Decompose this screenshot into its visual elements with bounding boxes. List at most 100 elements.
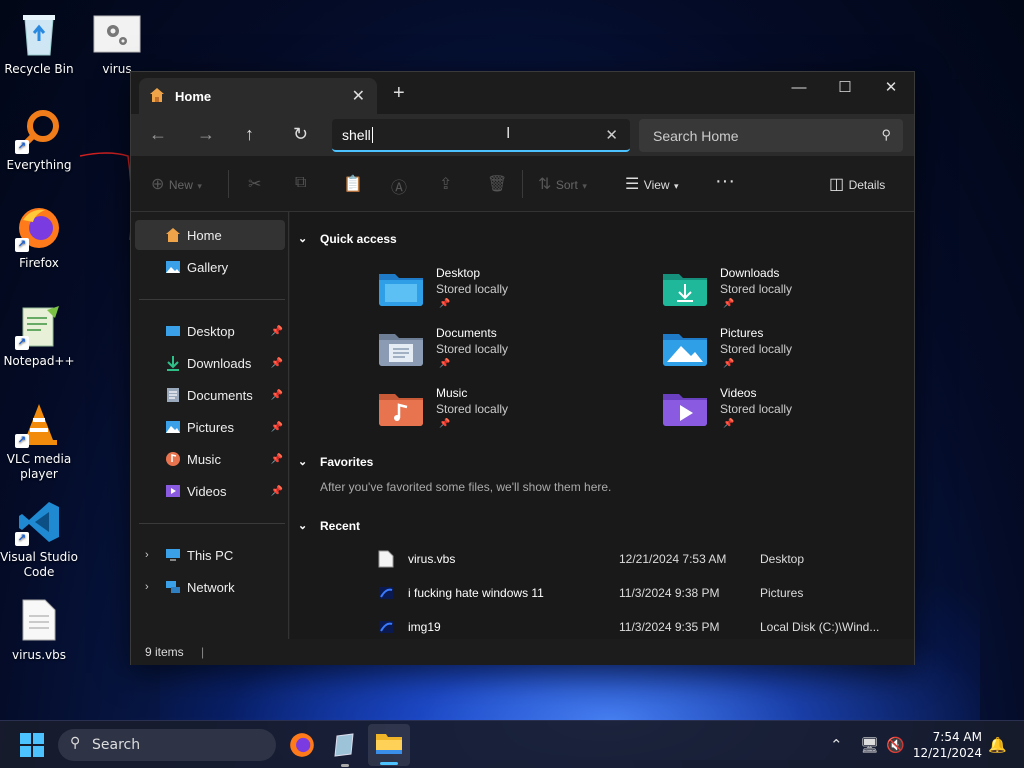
sidebar-item-videos[interactable]: Videos 📌 — [135, 476, 285, 506]
sidebar-item-home[interactable]: Home — [135, 220, 285, 250]
desktop-icon-virus[interactable]: virus — [78, 10, 156, 77]
network-status-icon[interactable]: 🖥 — [860, 721, 879, 768]
desktop-icon-label: virus.vbs — [11, 648, 66, 662]
start-button[interactable] — [20, 733, 44, 760]
copy-icon[interactable]: ⧉ — [295, 174, 306, 192]
desktop-icon-firefox[interactable]: ↗ Firefox — [0, 204, 78, 271]
recent-date: 12/21/2024 7:53 AM — [619, 552, 727, 566]
desktop-icon-recycle-bin[interactable]: Recycle Bin — [0, 10, 78, 77]
quick-access-sub: Stored locally — [720, 402, 793, 416]
red-annotation-stroke — [79, 152, 133, 241]
quick-access-downloads[interactable]: Downloads Stored locally 📌 — [663, 266, 903, 322]
tab-title: Home — [175, 88, 212, 104]
documents-icon — [167, 388, 179, 402]
quick-access-name: Downloads — [720, 266, 780, 280]
delete-icon[interactable]: 🗑 — [487, 174, 507, 194]
maximize-button[interactable]: ☐ — [822, 72, 868, 102]
sidebar-item-pictures[interactable]: Pictures 📌 — [135, 412, 285, 442]
sidebar-item-music[interactable]: Music 📌 — [135, 444, 285, 474]
desktop-icon-everything[interactable]: ↗ Everything — [0, 106, 78, 173]
sidebar-item-gallery[interactable]: Gallery — [135, 252, 285, 282]
search-icon: ⚲ — [70, 735, 81, 751]
desktop-icon-label: Everything — [6, 158, 72, 172]
forward-arrow-icon[interactable]: → — [197, 124, 215, 145]
file-explorer-window: Home ✕ + — ☐ ✕ ← → ↑ ↻ shell I ✕ Search … — [130, 71, 915, 665]
sidebar-item-this-pc[interactable]: › This PC — [135, 540, 285, 570]
desktop-icon-label: Firefox — [19, 256, 59, 270]
status-bar: 9 items | — [131, 639, 914, 665]
more-options-icon[interactable]: ··· — [715, 170, 735, 193]
sidebar-item-network[interactable]: › Network — [135, 572, 285, 602]
details-button[interactable]: ◫ Details — [829, 174, 885, 194]
pin-icon[interactable]: 📌 — [271, 454, 283, 465]
refresh-icon[interactable]: ↻ — [293, 124, 308, 145]
rename-icon[interactable]: Ⓐ — [391, 174, 407, 198]
favorites-header[interactable]: ⌄ Favorites — [298, 455, 373, 469]
recent-date: 11/3/2024 9:35 PM — [619, 620, 720, 634]
share-icon[interactable]: ⇪ — [439, 174, 452, 194]
firefox-icon — [290, 733, 314, 757]
toolbar-divider — [522, 170, 523, 198]
taskbar-search-box[interactable]: ⚲ Search — [58, 729, 276, 761]
chevron-down-icon[interactable]: ⌄ — [298, 455, 307, 468]
chevron-down-icon[interactable]: ⌄ — [298, 232, 307, 245]
taskbar-file-explorer[interactable] — [368, 724, 410, 766]
pin-icon[interactable]: 📌 — [271, 390, 283, 401]
quick-access-name: Music — [436, 386, 468, 400]
clear-address-icon[interactable]: ✕ — [605, 126, 618, 144]
new-button[interactable]: ⊕ New ▾ — [151, 174, 202, 194]
pin-icon: 📌 — [439, 298, 451, 308]
desktop-icon-vscode[interactable]: ↗ Visual Studio Code — [0, 498, 78, 580]
quick-access-music[interactable]: Music Stored locally 📌 — [379, 386, 619, 442]
view-button[interactable]: ☰ View ▾ — [625, 174, 679, 194]
recent-row[interactable]: i fucking hate windows 11 11/3/2024 9:38… — [330, 580, 890, 606]
sidebar-item-label: Network — [187, 579, 235, 595]
sidebar-item-documents[interactable]: Documents 📌 — [135, 380, 285, 410]
close-window-button[interactable]: ✕ — [868, 72, 914, 102]
quick-access-videos[interactable]: Videos Stored locally 📌 — [663, 386, 903, 442]
active-indicator — [380, 762, 398, 765]
videos-icon — [166, 485, 180, 497]
recent-row[interactable]: virus.vbs 12/21/2024 7:53 AM Desktop — [330, 546, 890, 572]
desktop-icon-virus-vbs[interactable]: virus.vbs — [0, 596, 78, 663]
favorites-empty-text: After you've favorited some files, we'll… — [320, 480, 612, 494]
quick-access-desktop[interactable]: Desktop Stored locally 📌 — [379, 266, 619, 322]
taskbar-firefox[interactable] — [289, 732, 315, 761]
address-input[interactable]: shell I ✕ — [332, 119, 630, 152]
document-icon — [378, 550, 394, 568]
volume-muted-icon[interactable]: 🔇 — [886, 721, 905, 768]
pin-icon[interactable]: 📌 — [271, 422, 283, 433]
chevron-down-icon[interactable]: ⌄ — [298, 519, 307, 532]
tab-close-icon[interactable]: ✕ — [352, 86, 365, 106]
new-tab-button[interactable]: + — [393, 82, 405, 105]
recent-row[interactable]: img19 11/3/2024 9:35 PM Local Disk (C:)\… — [330, 614, 890, 640]
taskbar-clock[interactable]: 7:54 AM 12/21/2024 — [913, 729, 982, 761]
chevron-right-icon[interactable]: › — [145, 581, 149, 593]
sidebar-divider — [139, 299, 285, 300]
pin-icon[interactable]: 📌 — [271, 326, 283, 337]
taskbar-app[interactable] — [333, 732, 357, 767]
notification-bell-icon[interactable]: 🔔 — [988, 721, 1007, 768]
quick-access-documents[interactable]: Documents Stored locally 📌 — [379, 326, 619, 382]
minimize-button[interactable]: — — [776, 72, 822, 102]
paste-icon[interactable]: 📋 — [343, 174, 363, 194]
cut-icon[interactable]: ✂ — [248, 174, 261, 194]
back-arrow-icon[interactable]: ← — [149, 124, 167, 145]
tray-overflow-chevron-icon[interactable]: ⌃ — [830, 721, 843, 768]
sidebar-item-desktop[interactable]: Desktop 📌 — [135, 316, 285, 346]
chevron-right-icon[interactable]: › — [145, 549, 149, 561]
sidebar-item-downloads[interactable]: Downloads 📌 — [135, 348, 285, 378]
tab-home[interactable]: Home ✕ — [139, 78, 377, 114]
quick-access-header[interactable]: ⌄ Quick access — [298, 232, 397, 246]
recent-header[interactable]: ⌄ Recent — [298, 519, 360, 533]
desktop-icon-notepad-plus-plus[interactable]: ↗ Notepad++ — [0, 302, 78, 369]
new-label: New — [168, 178, 193, 192]
pin-icon[interactable]: 📌 — [271, 358, 283, 369]
up-arrow-icon[interactable]: ↑ — [245, 124, 254, 145]
download-icon — [167, 356, 179, 371]
search-input[interactable]: Search Home ⚲ — [639, 119, 903, 152]
desktop-icon-vlc[interactable]: ↗ VLC media player — [0, 400, 78, 482]
sort-button[interactable]: ⇅ Sort ▾ — [538, 174, 587, 194]
pin-icon[interactable]: 📌 — [271, 486, 283, 497]
quick-access-pictures[interactable]: Pictures Stored locally 📌 — [663, 326, 903, 382]
